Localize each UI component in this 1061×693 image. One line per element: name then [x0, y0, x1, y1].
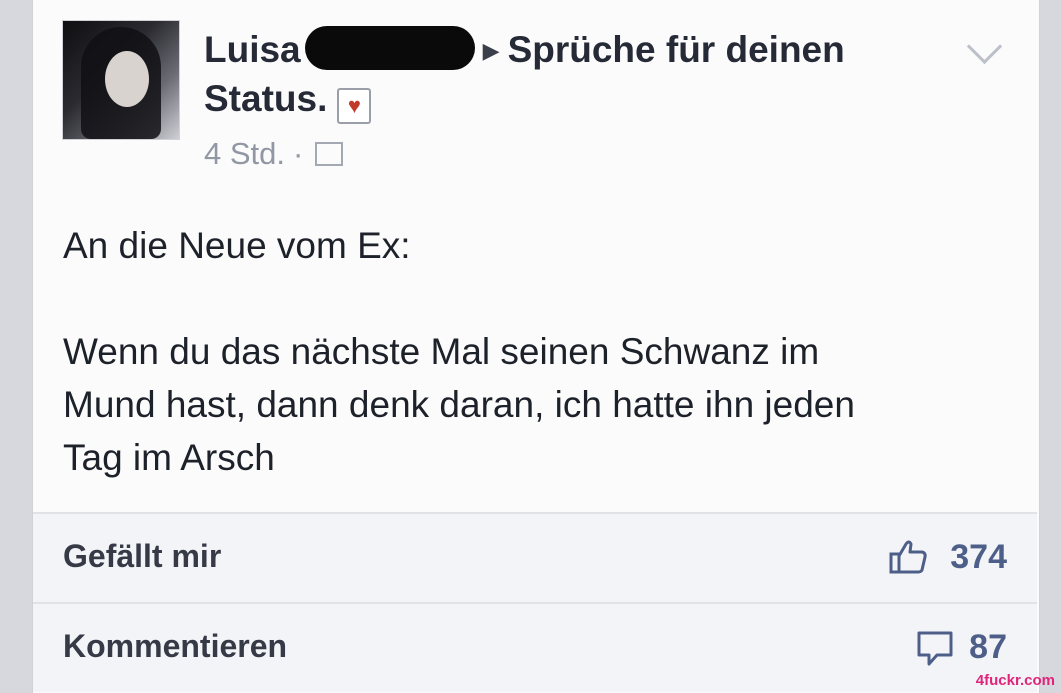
post-text-line: Mund hast, dann denk daran, ich hatte ih… — [63, 384, 855, 425]
comment-button[interactable]: Kommentieren — [63, 628, 287, 665]
thumbs-up-icon — [889, 540, 927, 574]
post-text-line: Wenn du das nächste Mal seinen Schwanz i… — [63, 331, 820, 372]
like-button[interactable]: Gefällt mir — [63, 538, 221, 575]
post-time[interactable]: 4 Std. — [204, 136, 285, 171]
arrow-right-icon: ▶ — [482, 38, 500, 63]
avatar-face — [105, 51, 149, 107]
comment-count: 87 — [969, 628, 1007, 666]
page-name-line2[interactable]: Status. — [204, 78, 327, 119]
meta-separator: · — [293, 136, 304, 171]
comment-bubble-icon — [917, 631, 953, 666]
heart-icon: ♥ — [337, 88, 372, 124]
post-header: Luisa ▶ Sprüche für deinen Status. ♥ — [204, 26, 984, 124]
comment-row[interactable]: Kommentieren 87 — [33, 604, 1037, 692]
author-avatar[interactable] — [62, 20, 180, 140]
author-name[interactable]: Luisa — [204, 29, 301, 70]
page-name[interactable]: Sprüche für deinen — [508, 29, 845, 70]
post-text-line: Tag im Arsch — [63, 437, 275, 478]
redaction-bar — [304, 26, 475, 70]
post-text-line: An die Neue vom Ex: — [63, 225, 411, 266]
post-body: An die Neue vom Ex: Wenn du das nächste … — [63, 219, 983, 484]
friends-icon — [315, 142, 344, 166]
post-meta: 4 Std. · — [204, 136, 344, 172]
like-count: 374 — [950, 538, 1007, 576]
watermark: 4fuckr.com — [975, 672, 1055, 689]
like-row[interactable]: Gefällt mir 374 — [33, 514, 1037, 602]
